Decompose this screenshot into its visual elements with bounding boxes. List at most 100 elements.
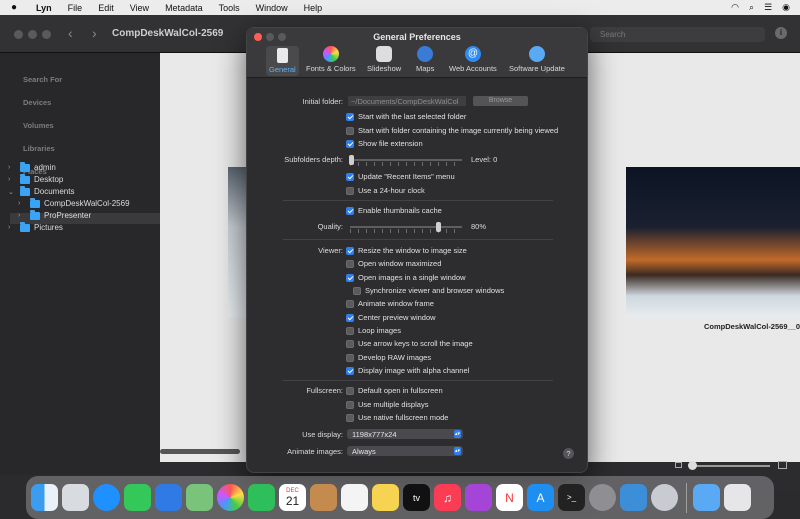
podcasts-icon[interactable] — [465, 484, 492, 511]
lyn-app-icon[interactable] — [620, 484, 647, 511]
quality-slider[interactable] — [350, 226, 462, 228]
section-devices[interactable]: Devices — [23, 98, 51, 107]
section-search-for[interactable]: Search For — [23, 75, 62, 84]
back-icon[interactable]: ‹ — [68, 25, 73, 41]
thumbnail-size-knob[interactable] — [688, 461, 697, 470]
viewer-option-arrow-keys[interactable]: Use arrow keys to scroll the image — [346, 339, 473, 348]
viewer-option-develop-raw[interactable]: Develop RAW images — [346, 353, 431, 362]
music-icon[interactable]: ♫ — [434, 484, 461, 511]
zoom-window-button[interactable] — [42, 30, 51, 39]
subfolders-depth-knob[interactable] — [349, 155, 354, 165]
menu-window[interactable]: Window — [248, 3, 296, 13]
messages-icon[interactable] — [124, 484, 151, 511]
start-containing-folder-checkbox[interactable]: Start with folder containing the image c… — [346, 126, 558, 135]
tv-icon[interactable]: tv — [403, 484, 430, 511]
menu-help[interactable]: Help — [296, 3, 331, 13]
menu-app[interactable]: Lyn — [28, 3, 60, 13]
chevron-right-icon[interactable]: › — [8, 164, 16, 171]
photos-icon[interactable] — [217, 484, 244, 511]
use-display-popup[interactable]: 1198x777x24 ▴▾ — [347, 429, 463, 439]
start-last-folder-checkbox[interactable]: Start with the last selected folder — [346, 112, 466, 121]
trash-icon[interactable] — [724, 484, 751, 511]
menu-edit[interactable]: Edit — [90, 3, 122, 13]
viewer-option-center-preview[interactable]: Center preview window — [346, 313, 436, 322]
horizontal-scrollbar[interactable] — [160, 449, 240, 454]
large-thumbnail-icon[interactable] — [778, 461, 787, 469]
minimize-window-button[interactable] — [28, 30, 37, 39]
thumbnail-image-selected[interactable] — [626, 167, 800, 317]
checkbox-on[interactable] — [346, 246, 354, 255]
fullscreen-option-default-open[interactable]: Default open in fullscreen — [346, 386, 443, 395]
facetime-icon[interactable] — [248, 484, 275, 511]
checkbox-off[interactable] — [346, 126, 354, 135]
maps-app-icon[interactable] — [186, 484, 213, 511]
sidebar-item-propresenter[interactable]: › ProPresenter — [18, 209, 91, 220]
menu-view[interactable]: View — [122, 3, 157, 13]
menu-metadata[interactable]: Metadata — [157, 3, 211, 13]
tab-fonts-colors[interactable]: Fonts & Colors — [306, 46, 356, 73]
thumbnail-image[interactable] — [228, 167, 248, 317]
checkbox-on[interactable] — [346, 139, 354, 148]
subfolders-depth-slider[interactable] — [350, 159, 462, 161]
forward-icon[interactable]: › — [92, 25, 97, 41]
sidebar-item-compdeskwalcol[interactable]: › CompDeskWalCol-2569 — [18, 197, 130, 208]
finder-icon[interactable] — [31, 484, 58, 511]
checkbox-off[interactable] — [346, 339, 354, 348]
search-icon[interactable]: ⌕ — [749, 2, 754, 13]
chevron-down-icon[interactable]: ⌄ — [8, 188, 16, 196]
section-volumes[interactable]: Volumes — [23, 121, 54, 130]
calendar-icon[interactable]: DEC 21 — [279, 484, 306, 511]
system-preferences-icon[interactable] — [589, 484, 616, 511]
mail-icon[interactable] — [155, 484, 182, 511]
tab-slideshow[interactable]: Slideshow — [367, 46, 401, 73]
menu-file[interactable]: File — [60, 3, 91, 13]
sidebar-item-documents[interactable]: ⌄ Documents — [8, 185, 74, 196]
contacts-icon[interactable] — [310, 484, 337, 511]
menu-tools[interactable]: Tools — [211, 3, 248, 13]
checkbox-off[interactable] — [346, 353, 354, 362]
sidebar-item-pictures[interactable]: › Pictures — [8, 221, 63, 232]
chevron-right-icon[interactable]: › — [8, 176, 16, 183]
checkbox-off[interactable] — [346, 386, 354, 395]
chevron-right-icon[interactable]: › — [18, 200, 26, 207]
search-input[interactable]: Search — [590, 27, 765, 42]
terminal-icon[interactable]: >_ — [558, 484, 585, 511]
checkbox-off[interactable] — [346, 259, 354, 268]
update-recent-items-checkbox[interactable]: Update "Recent Items" menu — [346, 172, 455, 181]
viewer-option-open-maximized[interactable]: Open window maximized — [346, 259, 441, 268]
preview-app-icon[interactable] — [651, 484, 678, 511]
chevron-right-icon[interactable]: › — [8, 224, 16, 231]
checkbox-off[interactable] — [346, 326, 354, 335]
checkbox-off[interactable] — [346, 299, 354, 308]
viewer-option-synchronize[interactable]: Synchronize viewer and browser windows — [353, 286, 504, 295]
news-icon[interactable]: N — [496, 484, 523, 511]
chevron-right-icon[interactable]: › — [18, 212, 26, 219]
viewer-option-loop-images[interactable]: Loop images — [346, 326, 401, 335]
section-libraries[interactable]: Libraries — [23, 144, 55, 153]
tab-software-update[interactable]: Software Update — [509, 46, 565, 73]
reminders-icon[interactable] — [341, 484, 368, 511]
sidebar-item-admin[interactable]: › admin — [8, 161, 56, 172]
control-center-icon[interactable]: ☰ — [764, 2, 772, 13]
browse-button[interactable]: Browse — [473, 96, 528, 106]
checkbox-off[interactable] — [346, 186, 354, 195]
app-store-icon[interactable]: A — [527, 484, 554, 511]
launchpad-icon[interactable] — [62, 484, 89, 511]
downloads-folder-icon[interactable] — [693, 484, 720, 511]
viewer-option-animate-frame[interactable]: Animate window frame — [346, 299, 434, 308]
wifi-icon[interactable]: ◠ — [731, 2, 739, 13]
tab-general[interactable]: General — [266, 46, 299, 76]
enable-thumbnails-cache-checkbox[interactable]: Enable thumbnails cache — [346, 206, 442, 215]
help-button[interactable]: ? — [563, 448, 574, 459]
fullscreen-option-native-mode[interactable]: Use native fullscreen mode — [346, 413, 448, 422]
viewer-option-alpha-channel[interactable]: Display image with alpha channel — [346, 366, 469, 375]
use-24-hour-clock-checkbox[interactable]: Use a 24-hour clock — [346, 186, 425, 195]
animate-images-popup[interactable]: Always ▴▾ — [347, 446, 463, 456]
checkbox-on[interactable] — [346, 112, 354, 121]
quality-knob[interactable] — [436, 222, 441, 232]
checkbox-on[interactable] — [346, 313, 354, 322]
small-thumbnail-icon[interactable] — [675, 462, 682, 468]
apple-icon[interactable]: ● — [0, 2, 28, 13]
fullscreen-option-multiple-displays[interactable]: Use multiple displays — [346, 400, 428, 409]
tab-web-accounts[interactable]: @ Web Accounts — [449, 46, 497, 73]
